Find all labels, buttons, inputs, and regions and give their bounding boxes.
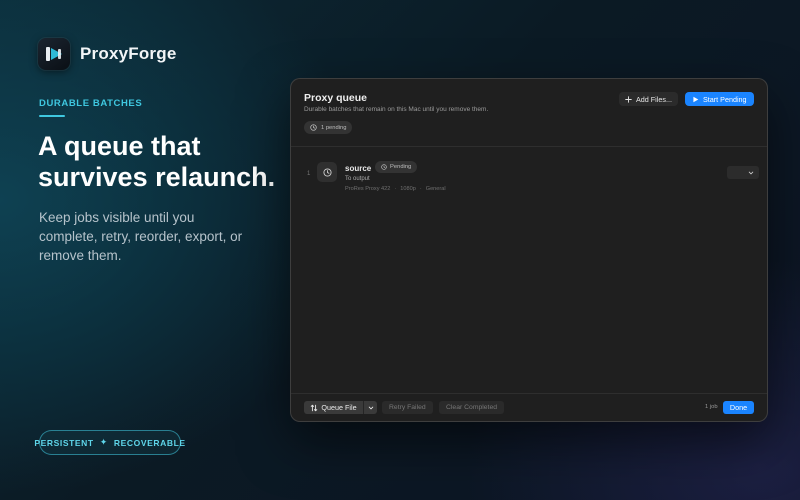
window-footer: Queue File Retry Failed Clear Completed …: [291, 393, 767, 421]
job-count: 1 job: [705, 404, 718, 410]
done-button[interactable]: Done: [723, 401, 754, 414]
hero-body: Keep jobs visible until you complete, re…: [39, 210, 243, 263]
play-frame-icon: [38, 38, 70, 70]
clear-completed-button[interactable]: Clear Completed: [439, 401, 504, 414]
job-actions-menu[interactable]: [727, 166, 759, 179]
job-name: source: [345, 164, 372, 173]
sort-arrows-icon: [311, 404, 318, 411]
brand-name: ProxyForge: [80, 44, 177, 63]
play-icon: [693, 96, 699, 102]
plus-icon: [625, 95, 632, 103]
headline-line-2: survives relaunch.: [38, 162, 276, 192]
job-meta: ProRes Proxy 422 · 1080p · General: [345, 186, 446, 192]
pending-count-label: 1 pending: [321, 124, 347, 131]
meta-separator: ·: [394, 186, 397, 192]
meta-separator: ·: [419, 186, 422, 192]
job-codec: ProRes Proxy 422: [345, 186, 391, 192]
job-index: 1: [307, 171, 311, 177]
headline: A queue that survives relaunch.: [38, 131, 288, 193]
job-preset: General: [425, 186, 446, 192]
brand: ProxyForge: [38, 38, 176, 70]
sparkle-icon: ✦: [99, 437, 108, 447]
retry-failed-button[interactable]: Retry Failed: [382, 401, 433, 414]
job-resolution: 1080p: [400, 186, 416, 192]
chevron-down-icon: [748, 171, 754, 174]
pill-right-label: RECOVERABLE: [113, 437, 186, 448]
clock-icon: [310, 124, 317, 131]
window-subtitle: Durable batches that remain on this Mac …: [304, 106, 489, 113]
table-row[interactable]: 1 source Pending To output ProRes Proxy …: [291, 155, 767, 195]
add-files-label: Add Files...: [636, 94, 672, 104]
add-files-button[interactable]: Add Files...: [619, 92, 678, 106]
status-label: Pending: [390, 164, 412, 170]
start-pending-label: Start Pending: [703, 94, 747, 104]
start-pending-button[interactable]: Start Pending: [685, 92, 754, 106]
job-status-icon: [317, 162, 337, 182]
pending-count-badge: 1 pending: [304, 121, 353, 134]
status-badge: Pending: [375, 161, 418, 173]
feature-pill: PERSISTENT ✦ RECOVERABLE: [34, 430, 185, 455]
window-header: Proxy queue Durable batches that remain …: [291, 79, 767, 147]
clock-icon: [381, 164, 387, 170]
queue-file-button[interactable]: Queue File: [304, 401, 377, 414]
clock-icon: [322, 167, 332, 177]
window-title: Proxy queue: [304, 92, 368, 104]
chevron-down-icon: [368, 406, 373, 409]
queue-file-dropdown[interactable]: [364, 401, 377, 414]
eyebrow-divider: [39, 115, 65, 117]
proxy-queue-window: Proxy queue Durable batches that remain …: [290, 78, 768, 422]
queue-file-main[interactable]: Queue File: [304, 401, 364, 414]
headline-line-1: A queue that: [38, 131, 201, 161]
queue-file-label: Queue File: [321, 403, 357, 412]
eyebrow-label: DURABLE BATCHES: [39, 98, 143, 109]
pill-left-label: PERSISTENT: [34, 437, 94, 448]
job-destination: To output: [345, 176, 370, 182]
